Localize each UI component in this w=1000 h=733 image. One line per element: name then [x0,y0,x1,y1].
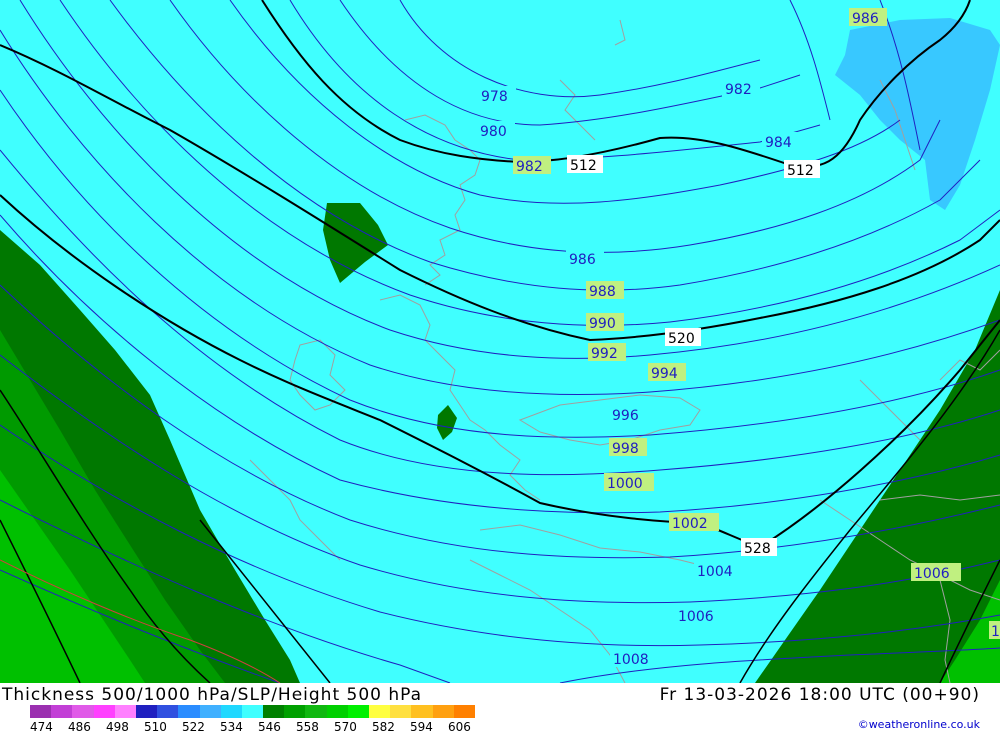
credit-link[interactable]: ©weatheronline.co.uk [858,718,980,731]
color-scale-swatch [51,705,73,718]
slp-label: 994 [648,363,686,382]
color-scale-swatch [178,705,200,718]
svg-text:1002: 1002 [672,516,708,532]
slp-label: 992 [588,343,626,362]
svg-text:1006: 1006 [678,609,714,625]
color-scale-swatch [220,705,242,718]
slp-label: 1000 [604,473,654,492]
color-scale-swatch [284,705,306,718]
slp-label: 978 [478,86,516,105]
weather-map: 978 980 982 982 984 986 986 988 990 992 … [0,0,1000,683]
svg-text:988: 988 [589,284,616,300]
color-scale-swatch [432,705,454,718]
slp-label: 982 [722,79,760,98]
color-scale-swatch [199,705,221,718]
color-scale-swatch [369,705,391,718]
color-scale-swatch [453,705,475,718]
svg-text:992: 992 [591,346,618,362]
svg-text:1004: 1004 [697,564,733,580]
slp-label: 986 [566,249,604,268]
svg-text:998: 998 [612,441,639,457]
slp-label: 998 [609,438,647,457]
slp-label: 988 [586,281,624,300]
svg-text:982: 982 [725,82,752,98]
slp-label: 1002 [669,513,719,532]
svg-text:1: 1 [991,624,1000,640]
slp-label: 986 [849,8,887,27]
color-scale-swatch [411,705,433,718]
color-scale-swatch [93,705,115,718]
svg-text:990: 990 [589,316,616,332]
color-scale-tick-label: 606 [448,720,471,733]
svg-text:512: 512 [787,163,814,179]
color-scale-tick-label: 594 [410,720,433,733]
svg-text:512: 512 [570,158,597,174]
color-scale-swatch [263,705,285,718]
color-scale-tick-label: 558 [296,720,319,733]
svg-text:996: 996 [612,408,639,424]
svg-text:1006: 1006 [914,566,950,582]
svg-text:528: 528 [744,541,771,557]
svg-text:984: 984 [765,135,792,151]
color-scale-tick-label: 498 [106,720,129,733]
slp-label: 982 [513,156,551,175]
height-label: 512 [784,160,820,179]
color-scale-tick-label: 546 [258,720,281,733]
svg-text:994: 994 [651,366,678,382]
color-scale-swatch [305,705,327,718]
svg-text:982: 982 [516,159,543,175]
height-label: 512 [567,155,603,174]
slp-label: 1008 [610,649,660,668]
color-scale-swatch [326,705,348,718]
slp-label: 996 [609,405,647,424]
slp-label: 1004 [694,561,744,580]
weather-map-page: 978 980 982 982 984 986 986 988 990 992 … [0,0,1000,733]
slp-label: 1 [989,621,1000,640]
color-scale-swatch [30,705,52,718]
map-valid-time: Fr 13-03-2026 18:00 UTC (00+90) [659,685,980,705]
slp-label: 990 [586,313,624,332]
color-scale-swatch [390,705,412,718]
color-scale-swatch [114,705,136,718]
slp-label: 1006 [675,606,725,625]
svg-text:986: 986 [852,11,879,27]
svg-text:986: 986 [569,252,596,268]
color-scale-tick-label: 570 [334,720,357,733]
height-label: 528 [741,538,777,557]
color-scale-tick-label: 474 [30,720,53,733]
svg-text:978: 978 [481,89,508,105]
map-footer: Thickness 500/1000 hPa/SLP/Height 500 hP… [0,683,1000,733]
color-scale-tick-label: 582 [372,720,395,733]
slp-label: 1006 [911,563,961,582]
color-scale-tick-label: 534 [220,720,243,733]
color-scale-ticks: 474 486 498 510 522 534 546 558 570 582 594 606 [30,720,510,733]
svg-text:980: 980 [480,124,507,140]
color-scale-bar [30,705,475,718]
svg-text:520: 520 [668,331,695,347]
color-scale-tick-label: 510 [144,720,167,733]
slp-label: 980 [477,121,515,140]
color-scale-tick-label: 522 [182,720,205,733]
map-title: Thickness 500/1000 hPa/SLP/Height 500 hP… [2,685,423,705]
svg-text:1000: 1000 [607,476,643,492]
color-scale-swatch [347,705,369,718]
color-scale-swatch [157,705,179,718]
color-scale-swatch [135,705,158,718]
color-scale-tick-label: 486 [68,720,91,733]
slp-label: 984 [762,132,800,151]
color-scale-swatch [241,705,264,718]
height-label: 520 [665,328,701,347]
color-scale-swatch [72,705,94,718]
svg-text:1008: 1008 [613,652,649,668]
